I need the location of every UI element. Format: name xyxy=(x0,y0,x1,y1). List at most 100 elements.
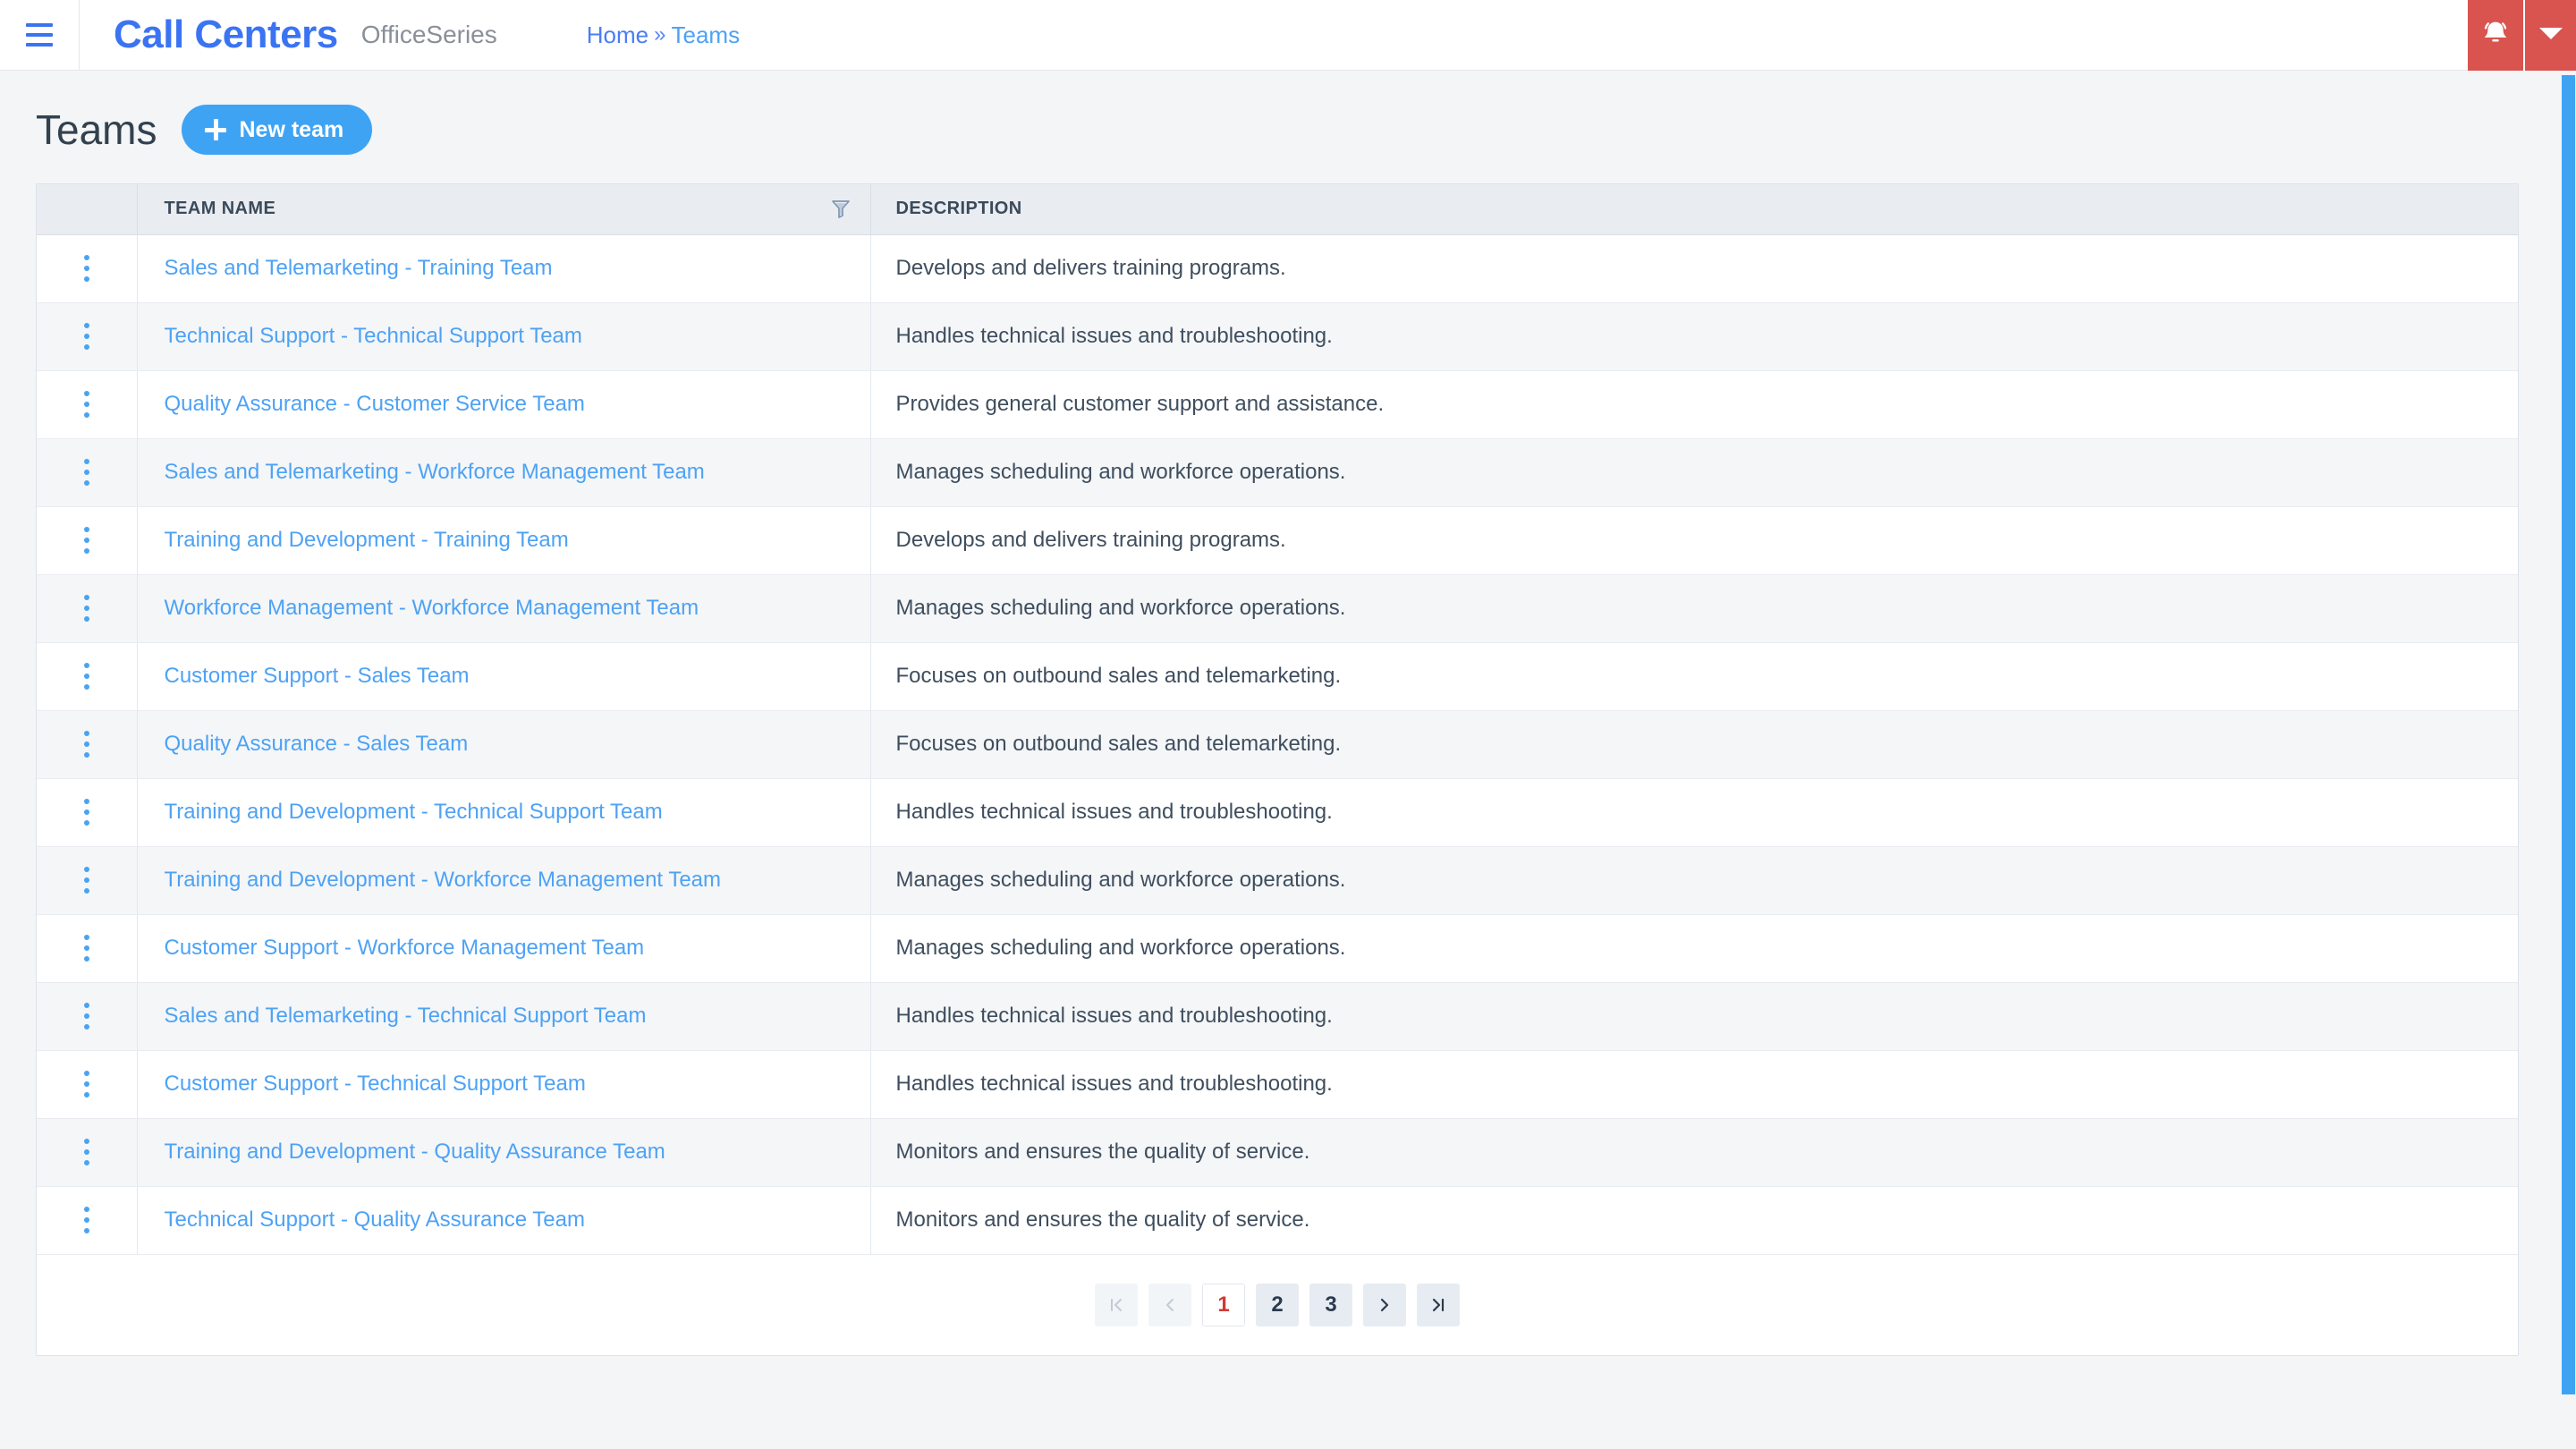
notifications-button[interactable] xyxy=(2468,0,2523,71)
kebab-menu-icon[interactable] xyxy=(72,860,102,901)
table-row: Workforce Management - Workforce Managem… xyxy=(37,574,2518,643)
pagination-page-1[interactable]: 1 xyxy=(1202,1283,1245,1326)
team-name-cell: Technical Support - Quality Assurance Te… xyxy=(137,1186,871,1255)
pagination-previous-button[interactable] xyxy=(1148,1283,1191,1326)
column-header-menu xyxy=(37,184,138,235)
app-brand-title: Call Centers xyxy=(114,13,338,56)
kebab-dot xyxy=(83,1217,89,1223)
pagination-page-3[interactable]: 3 xyxy=(1309,1283,1352,1326)
kebab-dot xyxy=(83,470,89,475)
kebab-menu-icon[interactable] xyxy=(72,724,102,765)
kebab-dot xyxy=(83,674,89,679)
kebab-dot xyxy=(83,1024,89,1030)
kebab-dot xyxy=(83,412,89,418)
filter-funnel-icon[interactable] xyxy=(831,199,851,220)
team-description-text: Handles technical issues and troubleshoo… xyxy=(895,324,1333,348)
team-name-link[interactable]: Sales and Telemarketing - Workforce Mana… xyxy=(165,460,705,484)
breadcrumb-teams-link[interactable]: Teams xyxy=(671,21,740,49)
kebab-menu-icon[interactable] xyxy=(72,1063,102,1105)
kebab-dot xyxy=(83,255,89,260)
pagination-row: 1 2 3 xyxy=(37,1254,2518,1355)
kebab-dot xyxy=(83,616,89,622)
team-name-cell: Customer Support - Technical Support Tea… xyxy=(137,1050,871,1119)
kebab-menu-icon[interactable] xyxy=(72,996,102,1037)
kebab-dot xyxy=(83,334,89,339)
kebab-dot xyxy=(83,820,89,826)
breadcrumb-home-link[interactable]: Home xyxy=(587,21,648,49)
hamburger-bar xyxy=(26,33,53,37)
kebab-dot xyxy=(83,935,89,940)
column-header-description[interactable]: DESCRIPTION xyxy=(870,184,2518,235)
table-row: Quality Assurance - Sales Team Focuses on… xyxy=(37,710,2518,779)
kebab-dot xyxy=(83,1081,89,1087)
kebab-menu-icon[interactable] xyxy=(72,248,102,289)
team-name-link[interactable]: Workforce Management - Workforce Managem… xyxy=(165,596,699,620)
team-name-link[interactable]: Technical Support - Technical Support Te… xyxy=(165,324,582,348)
team-name-cell: Sales and Telemarketing - Workforce Mana… xyxy=(137,438,871,507)
kebab-dot xyxy=(83,1092,89,1097)
hamburger-bar xyxy=(26,43,53,47)
team-name-link[interactable]: Customer Support - Workforce Management … xyxy=(165,936,645,960)
team-name-link[interactable]: Training and Development - Training Team xyxy=(165,528,569,552)
team-name-link[interactable]: Training and Development - Workforce Man… xyxy=(165,868,722,892)
kebab-menu-icon[interactable] xyxy=(72,316,102,357)
kebab-dot xyxy=(83,276,89,282)
kebab-menu-icon[interactable] xyxy=(72,928,102,969)
row-actions-cell xyxy=(37,370,138,439)
page-scrollbar-thumb[interactable] xyxy=(2562,75,2575,1394)
team-name-cell: Sales and Telemarketing - Technical Supp… xyxy=(137,982,871,1051)
team-description-text: Manages scheduling and workforce operati… xyxy=(895,868,1346,892)
kebab-menu-icon[interactable] xyxy=(72,588,102,629)
pagination-next-button[interactable] xyxy=(1363,1283,1406,1326)
page-title: Teams xyxy=(36,106,157,153)
kebab-dot xyxy=(83,1149,89,1155)
team-name-link[interactable]: Training and Development - Technical Sup… xyxy=(165,800,663,824)
kebab-menu-icon[interactable] xyxy=(72,1199,102,1241)
row-actions-cell xyxy=(37,506,138,575)
team-name-link[interactable]: Quality Assurance - Sales Team xyxy=(165,732,469,756)
table-row: Sales and Telemarketing - Training Team D… xyxy=(37,234,2518,303)
table-header-row: TEAM NAME DESCRIPTION xyxy=(37,184,2518,235)
kebab-dot xyxy=(83,538,89,543)
user-dropdown-button[interactable] xyxy=(2523,0,2576,71)
page-scrollbar-track[interactable] xyxy=(2556,71,2576,1449)
kebab-menu-icon[interactable] xyxy=(72,384,102,425)
team-name-link[interactable]: Customer Support - Sales Team xyxy=(165,664,470,688)
kebab-menu-icon[interactable] xyxy=(72,520,102,561)
kebab-dot xyxy=(83,595,89,600)
table-row: Customer Support - Sales Team Focuses on … xyxy=(37,642,2518,711)
team-name-link[interactable]: Quality Assurance - Customer Service Tea… xyxy=(165,392,585,416)
kebab-dot xyxy=(83,867,89,872)
team-name-link[interactable]: Sales and Telemarketing - Training Team xyxy=(165,256,553,280)
kebab-dot xyxy=(83,663,89,668)
team-name-link[interactable]: Sales and Telemarketing - Technical Supp… xyxy=(165,1004,647,1028)
pagination-cell: 1 2 3 xyxy=(37,1254,2518,1355)
kebab-menu-icon[interactable] xyxy=(72,452,102,493)
pagination-last-button[interactable] xyxy=(1417,1283,1460,1326)
kebab-dot xyxy=(83,1207,89,1212)
team-description-text: Handles technical issues and troubleshoo… xyxy=(895,1072,1333,1096)
hamburger-bar xyxy=(26,23,53,27)
kebab-menu-icon[interactable] xyxy=(72,656,102,697)
table-row: Training and Development - Technical Sup… xyxy=(37,778,2518,847)
column-header-team-name-label: TEAM NAME xyxy=(164,199,276,219)
team-name-link[interactable]: Training and Development - Quality Assur… xyxy=(165,1140,665,1164)
pagination-page-2[interactable]: 2 xyxy=(1256,1283,1299,1326)
team-description-text: Focuses on outbound sales and telemarket… xyxy=(895,732,1342,756)
kebab-menu-icon[interactable] xyxy=(72,792,102,833)
new-team-button[interactable]: New team xyxy=(182,105,373,155)
table-row: Technical Support - Quality Assurance Te… xyxy=(37,1186,2518,1255)
hamburger-menu-icon[interactable] xyxy=(14,0,64,71)
row-actions-cell xyxy=(37,438,138,507)
team-description-text: Develops and delivers training programs. xyxy=(895,256,1286,280)
kebab-menu-icon[interactable] xyxy=(72,1131,102,1173)
column-header-team-name[interactable]: TEAM NAME xyxy=(137,184,871,235)
team-name-link[interactable]: Customer Support - Technical Support Tea… xyxy=(165,1072,586,1096)
row-actions-cell xyxy=(37,982,138,1051)
pagination-first-button[interactable] xyxy=(1095,1283,1138,1326)
team-description-text: Handles technical issues and troubleshoo… xyxy=(895,800,1333,824)
team-name-cell: Training and Development - Training Team xyxy=(137,506,871,575)
team-name-link[interactable]: Technical Support - Quality Assurance Te… xyxy=(165,1208,585,1232)
table-row: Customer Support - Technical Support Tea… xyxy=(37,1050,2518,1119)
kebab-dot xyxy=(83,956,89,962)
